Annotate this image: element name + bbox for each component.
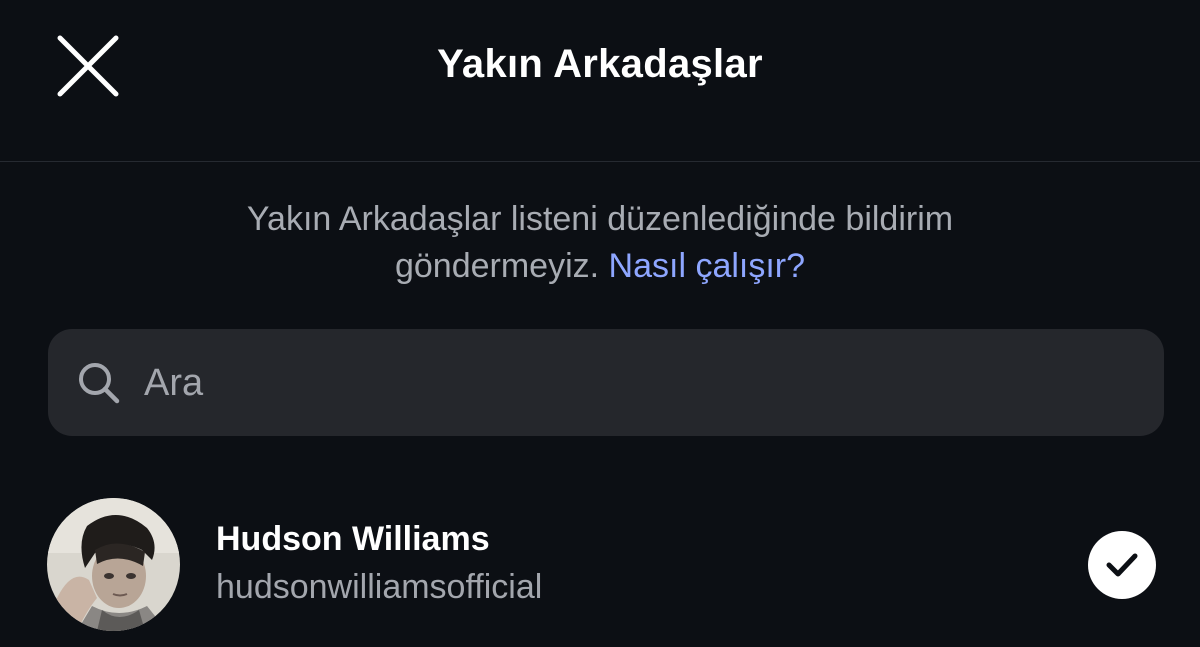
page-title: Yakın Arkadaşlar	[437, 42, 763, 86]
search-icon	[76, 360, 122, 406]
avatar	[47, 498, 180, 631]
how-it-works-link[interactable]: Nasıl çalışır?	[609, 247, 806, 285]
info-text: Yakın Arkadaşlar listeni düzenlediğinde …	[150, 196, 1050, 290]
search-input[interactable]	[144, 352, 1124, 414]
friend-list-item[interactable]: Hudson Williams hudsonwilliamsofficial	[0, 490, 1200, 640]
selected-checkbox[interactable]	[1087, 530, 1157, 600]
friend-name: Hudson Williams	[216, 520, 490, 558]
check-icon	[1088, 531, 1156, 599]
info-message: Yakın Arkadaşlar listeni düzenlediğinde …	[246, 200, 954, 285]
header-bar: Yakın Arkadaşlar	[0, 0, 1200, 162]
friend-username: hudsonwilliamsofficial	[216, 568, 543, 606]
